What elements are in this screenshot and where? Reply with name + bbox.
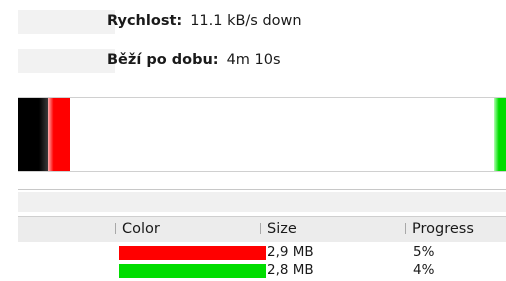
size-cell: 2,8 MB: [267, 262, 314, 278]
graph-bar-green: [494, 98, 506, 171]
elapsed-value: 4m 10s: [226, 52, 281, 68]
list-item[interactable]: 2,8 MB 4%: [18, 262, 506, 280]
progress-cell: 4%: [413, 262, 435, 278]
size-cell: 2,9 MB: [267, 244, 314, 260]
color-swatch: [119, 264, 266, 278]
separator: [18, 189, 506, 190]
list-item[interactable]: 2,9 MB 5%: [18, 244, 506, 262]
list-header: Color Size Progress: [18, 216, 506, 242]
speed-label: Rychlost:: [107, 13, 183, 29]
progress-cell: 5%: [413, 244, 435, 260]
graph-bar-red: [48, 98, 70, 171]
column-header-size[interactable]: Size: [260, 221, 297, 237]
piece-graph: [18, 97, 506, 172]
speed-value: 11.1 kB/s down: [190, 13, 302, 29]
column-header-progress[interactable]: Progress: [405, 221, 474, 237]
elapsed-info: Běží po dobu: 4m 10s: [107, 52, 281, 68]
speed-info: Rychlost: 11.1 kB/s down: [107, 13, 302, 29]
toolbar-strip: [18, 192, 506, 212]
graph-bar-black: [18, 98, 48, 171]
color-swatch: [119, 246, 266, 260]
column-header-color[interactable]: Color: [115, 221, 160, 237]
elapsed-label: Běží po dobu:: [107, 52, 219, 68]
